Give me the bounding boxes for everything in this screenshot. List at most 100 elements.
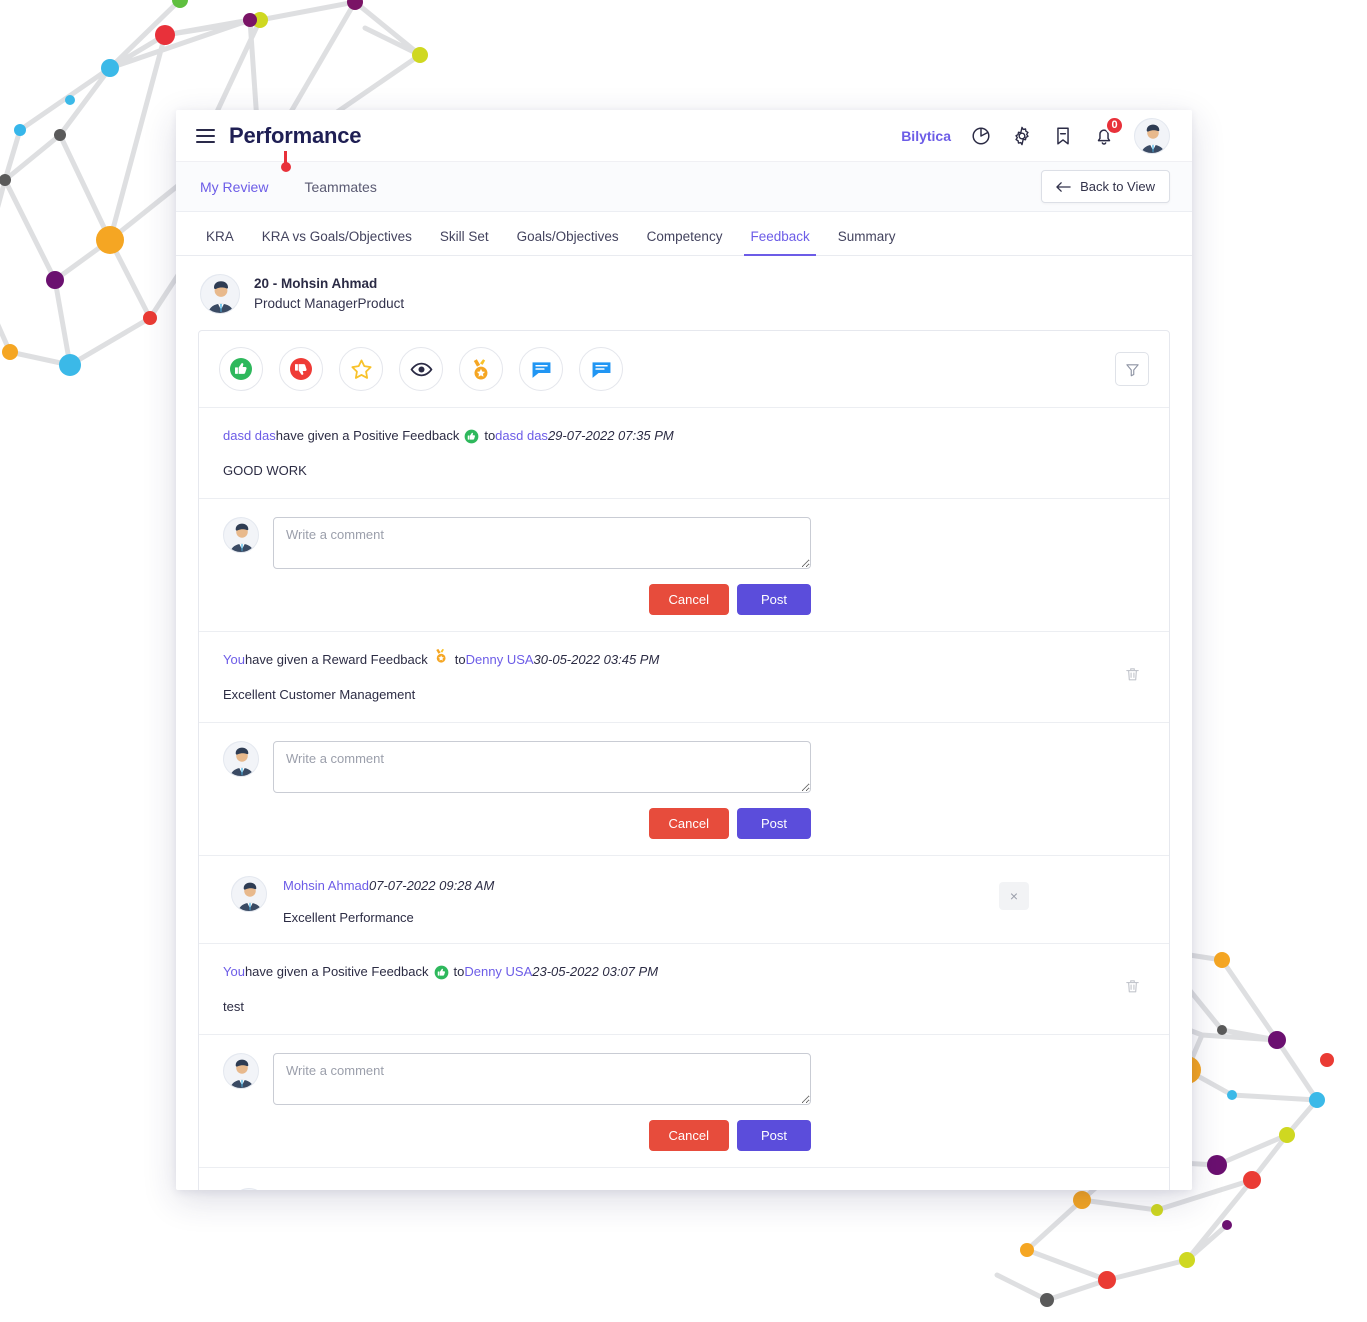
subnav-item-teammates[interactable]: Teammates xyxy=(304,179,376,195)
comment-item: Mohsin Ahmad30-05-2022 03:45 PM Good Man… xyxy=(199,1167,1169,1190)
feedback-author[interactable]: dasd das xyxy=(223,426,276,447)
filter-comment[interactable] xyxy=(519,347,563,391)
comment-body: Excellent Performance xyxy=(283,910,414,926)
tab-kra[interactable]: KRA xyxy=(192,229,248,256)
tab-skill-set[interactable]: Skill Set xyxy=(426,229,503,256)
eye-icon xyxy=(410,362,432,376)
feedback-author[interactable]: You xyxy=(223,962,245,983)
person-avatar xyxy=(200,274,240,314)
pin-marker-icon xyxy=(280,151,291,172)
feedback-author[interactable]: You xyxy=(223,650,245,671)
medal-icon xyxy=(473,358,487,379)
post-button[interactable]: Post xyxy=(736,807,811,839)
comment-item: Mohsin Ahmad07-07-2022 09:28 AM Excellen… xyxy=(199,854,1169,944)
back-to-view-label: Back to View xyxy=(1080,179,1155,194)
composer-actions: Cancel Post xyxy=(273,807,811,839)
cancel-button[interactable]: Cancel xyxy=(648,583,729,615)
person-name: 20 - Mohsin Ahmad xyxy=(254,276,378,292)
feedback-date: 29-07-2022 07:35 PM xyxy=(547,428,674,443)
back-to-view-button[interactable]: Back to View xyxy=(1041,170,1170,203)
thumbs-down-icon xyxy=(290,358,312,380)
screenshot-root: Performance Bilytica 0 My Review Teammat… xyxy=(0,0,1367,1322)
filter-thumbs-up[interactable] xyxy=(219,347,263,391)
feedback-to-label: to xyxy=(454,651,466,667)
comment-meta: Mohsin Ahmad30-05-2022 03:45 PM xyxy=(283,1188,495,1190)
composer-actions: Cancel Post xyxy=(273,583,811,615)
bookmark-icon[interactable] xyxy=(1052,125,1074,147)
thumbs-up-icon xyxy=(464,429,479,444)
feedback-meta: dasd das have given a Positive Feedback … xyxy=(223,426,1145,447)
filter-eye[interactable] xyxy=(399,347,443,391)
cancel-button[interactable]: Cancel xyxy=(648,807,729,839)
feedback-action: have given a Reward Feedback xyxy=(244,651,428,667)
feedback-type-filters xyxy=(199,331,1169,408)
feedback-recipient[interactable]: Denny USA xyxy=(466,650,534,671)
person-header: 20 - Mohsin Ahmad Product ManagerProduct xyxy=(176,256,1192,328)
avatar[interactable] xyxy=(1134,117,1170,154)
comment-alt-icon xyxy=(592,361,610,378)
feedback-body: GOOD WORK xyxy=(223,462,307,478)
tab-bar: KRA KRA vs Goals/Objectives Skill Set Go… xyxy=(176,212,1192,256)
tab-summary[interactable]: Summary xyxy=(824,229,910,256)
comment-input[interactable] xyxy=(273,1053,811,1106)
feedback-action: have given a Positive Feedback xyxy=(275,428,460,443)
feedback-meta: You have given a Positive Feedback to De… xyxy=(223,962,1145,983)
feedback-entry: You have given a Positive Feedback to De… xyxy=(199,943,1169,1036)
notifications[interactable]: 0 xyxy=(1093,115,1124,147)
star-icon xyxy=(350,359,372,379)
person-role: Product ManagerProduct xyxy=(254,296,405,311)
tab-kra-vs-goals[interactable]: KRA vs Goals/Objectives xyxy=(248,229,426,256)
tab-competency[interactable]: Competency xyxy=(633,229,737,256)
close-icon[interactable]: × xyxy=(999,881,1029,910)
filter-star[interactable] xyxy=(339,347,383,391)
comment-author[interactable]: Mohsin Ahmad xyxy=(283,878,369,893)
composer-actions: Cancel Post xyxy=(273,1120,811,1152)
feedback-to-label: to xyxy=(484,428,496,443)
feedback-body: Excellent Customer Management xyxy=(223,686,416,702)
cancel-button[interactable]: Cancel xyxy=(648,1120,729,1152)
trash-icon xyxy=(1126,667,1139,681)
filter-comment-alt[interactable] xyxy=(579,347,623,391)
feedback-recipient[interactable]: dasd das xyxy=(495,426,548,447)
post-button[interactable]: Post xyxy=(736,583,811,615)
comment-date: 07-07-2022 09:28 AM xyxy=(369,877,495,893)
composer-avatar xyxy=(223,740,259,777)
comment-meta: Mohsin Ahmad07-07-2022 09:28 AM xyxy=(283,876,494,897)
feedback-card: dasd das have given a Positive Feedback … xyxy=(198,330,1170,1190)
top-bar-actions: Bilytica 0 xyxy=(901,115,1170,154)
composer-avatar xyxy=(223,516,259,553)
thumbs-up-icon xyxy=(230,358,252,380)
delete-feedback-button[interactable] xyxy=(1124,666,1141,688)
brand-label[interactable]: Bilytica xyxy=(901,128,951,144)
filter-button[interactable] xyxy=(1115,352,1149,386)
feedback-entry: dasd das have given a Positive Feedback … xyxy=(199,408,1169,499)
app-window: Performance Bilytica 0 My Review Teammat… xyxy=(176,110,1192,1190)
top-bar: Performance Bilytica 0 xyxy=(176,110,1192,162)
composer-avatar xyxy=(223,1053,259,1090)
filter-medal[interactable] xyxy=(459,347,503,391)
feedback-body: test xyxy=(223,999,244,1015)
gear-icon[interactable] xyxy=(1011,125,1033,147)
comment-composer: Cancel Post xyxy=(199,1035,1169,1167)
feedback-action: have given a Positive Feedback xyxy=(244,964,429,980)
feedback-to-label: to xyxy=(453,964,465,980)
tab-feedback[interactable]: Feedback xyxy=(736,229,823,256)
pie-chart-icon[interactable] xyxy=(970,125,992,147)
subnav-item-my-review[interactable]: My Review xyxy=(200,179,268,195)
comment-avatar xyxy=(231,875,267,912)
comment-input[interactable] xyxy=(273,516,811,569)
sub-navigation: My Review Teammates Back to View xyxy=(176,151,1192,212)
feedback-recipient[interactable]: Denny USA xyxy=(464,962,532,983)
hamburger-icon[interactable] xyxy=(196,128,215,143)
page-title: Performance xyxy=(229,122,362,148)
comment-icon xyxy=(532,361,550,378)
filter-thumbs-down[interactable] xyxy=(279,347,323,391)
funnel-icon xyxy=(1125,363,1139,376)
comment-input[interactable] xyxy=(273,740,811,793)
post-button[interactable]: Post xyxy=(736,1120,811,1152)
thumbs-up-icon xyxy=(434,965,449,980)
tab-goals[interactable]: Goals/Objectives xyxy=(503,229,633,256)
comment-avatar xyxy=(231,1188,267,1190)
delete-feedback-button[interactable] xyxy=(1124,978,1141,1000)
feedback-meta: You have given a Reward Feedback to Denn… xyxy=(223,649,1145,671)
